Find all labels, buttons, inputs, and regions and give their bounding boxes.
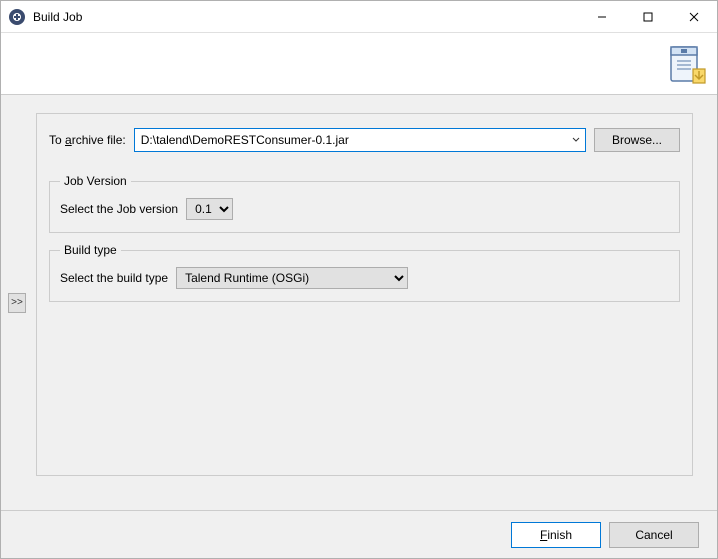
window-controls: [579, 1, 717, 32]
maximize-button[interactable]: [625, 1, 671, 32]
build-type-label: Select the build type: [60, 271, 168, 285]
build-type-legend: Build type: [60, 243, 121, 257]
archive-path-combo[interactable]: [134, 128, 586, 152]
close-button[interactable]: [671, 1, 717, 32]
minimize-button[interactable]: [579, 1, 625, 32]
job-version-group: Job Version Select the Job version 0.1: [49, 174, 680, 233]
title-bar: Build Job: [1, 1, 717, 33]
browse-button[interactable]: Browse...: [594, 128, 680, 152]
window-title: Build Job: [33, 10, 82, 24]
header-banner: [1, 33, 717, 95]
build-type-select[interactable]: Talend Runtime (OSGi): [176, 267, 408, 289]
main-panel: To archive file: Browse... Job Version S…: [36, 113, 693, 476]
finish-button[interactable]: Finish: [511, 522, 601, 548]
expand-handle[interactable]: >>: [8, 293, 26, 313]
archive-path-input[interactable]: [135, 129, 567, 151]
chevron-down-icon: [572, 136, 580, 144]
archive-dropdown-button[interactable]: [567, 129, 585, 151]
archive-icon: [665, 43, 707, 85]
dialog-footer: Finish Cancel: [1, 510, 717, 558]
archive-row: To archive file: Browse...: [49, 128, 680, 152]
content-area: >> To archive file: Browse... Job Versio…: [1, 95, 717, 510]
job-version-select[interactable]: 0.1: [186, 198, 233, 220]
app-icon: [9, 9, 25, 25]
cancel-button[interactable]: Cancel: [609, 522, 699, 548]
build-type-group: Build type Select the build type Talend …: [49, 243, 680, 302]
job-version-label: Select the Job version: [60, 202, 178, 216]
expand-label: >>: [11, 297, 23, 308]
archive-label: To archive file:: [49, 133, 126, 147]
job-version-legend: Job Version: [60, 174, 131, 188]
